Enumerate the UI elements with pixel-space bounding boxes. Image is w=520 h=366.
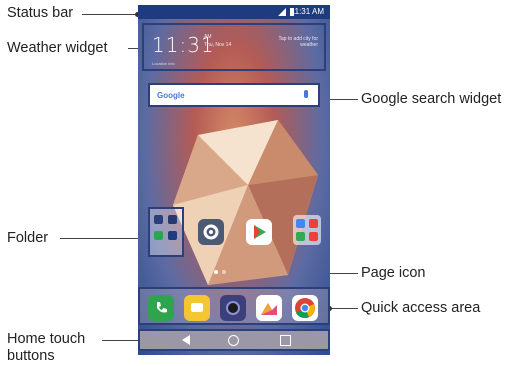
label-quick-access-area: Quick access area: [361, 300, 481, 316]
label-google-search-widget: Google search widget: [361, 91, 502, 107]
status-bar: 11:31 AM: [138, 5, 330, 19]
signal-icon: [278, 8, 286, 16]
label-page-icon: Page icon: [361, 265, 426, 281]
phone-app-icon[interactable]: [148, 295, 174, 321]
mic-icon[interactable]: [304, 90, 308, 98]
weather-location: Location info: [152, 61, 175, 66]
label-weather-widget: Weather widget: [7, 40, 108, 56]
folder[interactable]: [148, 207, 184, 257]
label-status-bar: Status bar: [7, 5, 74, 21]
recent-apps-button-icon[interactable]: [280, 335, 291, 346]
gallery-app-icon[interactable]: [256, 295, 282, 321]
folder-app-icon-1: [154, 215, 163, 224]
back-button-icon[interactable]: [182, 335, 190, 345]
leader-quick-access: [330, 308, 358, 309]
weather-widget[interactable]: 11:31 AM Thu, Nov 14 Tap to add city for…: [142, 23, 326, 71]
page-dot-2: [222, 270, 226, 274]
weather-ampm: AM: [204, 34, 212, 40]
label-folder: Folder: [7, 230, 49, 246]
weather-date: Thu, Nov 14: [204, 42, 232, 48]
weather-tap-text[interactable]: Tap to add city for weather: [268, 36, 318, 48]
folder-app-icon-4: [168, 231, 177, 240]
leader-folder: [60, 238, 148, 239]
camera-app-icon[interactable]: [220, 295, 246, 321]
folder-app-icon-2: [168, 215, 177, 224]
quick-access-area: [138, 287, 330, 325]
status-time: 11:31 AM: [290, 7, 324, 16]
diamond-wallpaper-image: [173, 120, 318, 285]
chrome-app-icon[interactable]: [292, 295, 318, 321]
google-search-widget[interactable]: Google: [148, 83, 320, 107]
messages-app-icon[interactable]: [184, 295, 210, 321]
phone-screen: 11:31 AM 11:31 AM Thu, Nov 14 Tap to add…: [138, 5, 330, 355]
google-apps-folder-icon[interactable]: [293, 215, 321, 245]
label-home-touch-buttons-1: Home touch: [7, 331, 86, 347]
google-logo: Google: [157, 91, 185, 100]
play-store-app-icon[interactable]: [246, 219, 272, 245]
leader-home-touch: [102, 340, 140, 341]
label-home-touch-buttons-2: buttons: [7, 348, 55, 364]
page-dot-1: [214, 270, 218, 274]
home-touch-buttons: [138, 329, 330, 351]
page-icon[interactable]: [210, 268, 240, 276]
home-button-icon[interactable]: [228, 335, 239, 346]
leader-status-bar: [82, 14, 138, 15]
folder-app-icon-3: [154, 231, 163, 240]
settings-app-icon[interactable]: [198, 219, 224, 245]
